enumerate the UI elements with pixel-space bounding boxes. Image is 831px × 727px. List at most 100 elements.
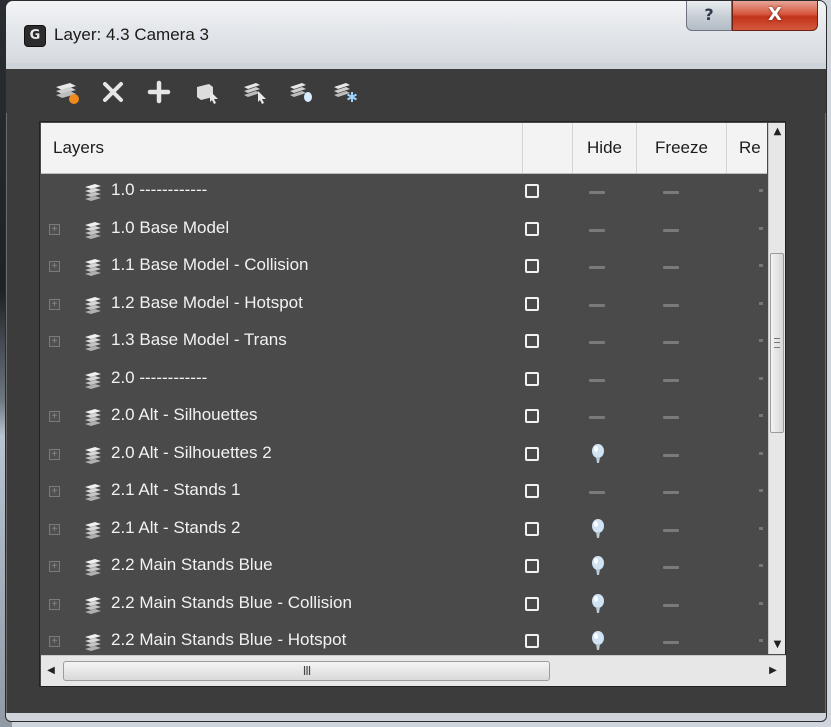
layer-name[interactable]: 2.1 Alt - Stands 2: [111, 518, 240, 538]
current-layer-checkbox[interactable]: [525, 559, 539, 573]
hide-toggle-icon[interactable]: [591, 555, 605, 579]
freeze-toggle[interactable]: [663, 453, 679, 457]
current-layer-checkbox[interactable]: [525, 521, 539, 536]
hide-toggle[interactable]: [589, 341, 605, 344]
layer-name[interactable]: 1.3 Base Model - Trans: [111, 330, 287, 350]
expand-toggle-icon[interactable]: +: [49, 523, 60, 535]
current-layer-checkbox[interactable]: [525, 259, 539, 273]
title-bar[interactable]: G Layer: 4.3 Camera 3 ? X: [6, 1, 826, 64]
current-layer-checkbox[interactable]: [525, 446, 539, 461]
hide-all-layers-icon[interactable]: [284, 77, 318, 107]
scroll-left-button[interactable]: ◀: [41, 656, 61, 686]
expand-toggle-icon[interactable]: +: [49, 336, 60, 347]
render-toggle[interactable]: [759, 339, 763, 342]
scroll-right-button[interactable]: ▶: [763, 656, 783, 686]
render-toggle[interactable]: [759, 639, 763, 642]
table-row[interactable]: 2.0 ------------: [41, 362, 767, 400]
table-row[interactable]: +2.0 Alt - Silhouettes: [41, 399, 767, 437]
layer-name[interactable]: 2.0 Alt - Silhouettes 2: [111, 443, 272, 463]
hide-toggle-icon[interactable]: [591, 630, 605, 654]
table-row[interactable]: +2.2 Main Stands Blue - Hotspot: [41, 624, 767, 654]
freeze-toggle[interactable]: [663, 491, 679, 494]
table-row[interactable]: +2.2 Main Stands Blue - Collision: [41, 587, 767, 625]
current-layer-checkbox[interactable]: [525, 409, 539, 423]
table-row[interactable]: 1.0 ------------: [41, 174, 767, 212]
current-layer-checkbox[interactable]: [525, 296, 539, 311]
render-toggle[interactable]: [759, 301, 763, 305]
table-row[interactable]: +1.3 Base Model - Trans: [41, 324, 767, 362]
render-toggle[interactable]: [759, 414, 763, 417]
render-toggle[interactable]: [759, 601, 763, 605]
render-toggle[interactable]: [759, 189, 763, 192]
freeze-toggle[interactable]: [663, 641, 679, 644]
column-header-hide[interactable]: Hide: [573, 123, 637, 173]
current-layer-checkbox[interactable]: [525, 634, 539, 648]
current-layer-checkbox[interactable]: [525, 596, 539, 611]
expand-toggle-icon[interactable]: +: [49, 636, 60, 647]
select-objects-icon[interactable]: [190, 77, 224, 107]
render-toggle[interactable]: [759, 564, 763, 567]
hide-toggle[interactable]: [589, 491, 605, 494]
layer-name[interactable]: 2.1 Alt - Stands 1: [111, 480, 240, 500]
hide-toggle[interactable]: [589, 266, 605, 269]
table-row[interactable]: +2.1 Alt - Stands 2: [41, 512, 767, 550]
expand-toggle-icon[interactable]: +: [49, 298, 60, 310]
layer-name[interactable]: 2.0 Alt - Silhouettes: [111, 405, 257, 425]
expand-toggle-icon[interactable]: +: [49, 448, 60, 460]
freeze-toggle[interactable]: [663, 378, 679, 382]
hide-toggle[interactable]: [589, 191, 605, 194]
help-button[interactable]: ?: [686, 1, 732, 31]
hide-toggle[interactable]: [589, 416, 605, 419]
render-toggle[interactable]: [759, 376, 763, 380]
column-header-current[interactable]: [523, 123, 573, 173]
delete-layer-icon[interactable]: [96, 77, 130, 107]
layer-name[interactable]: 1.2 Base Model - Hotspot: [111, 293, 303, 313]
vertical-scrollbar[interactable]: ▲ ▼: [768, 123, 785, 654]
hide-toggle-icon[interactable]: [591, 518, 605, 542]
hide-toggle[interactable]: [589, 303, 605, 307]
hide-toggle-icon[interactable]: [591, 443, 605, 467]
current-layer-checkbox[interactable]: [525, 184, 539, 198]
expand-toggle-icon[interactable]: +: [49, 223, 60, 235]
freeze-toggle[interactable]: [663, 341, 679, 344]
layer-name[interactable]: 2.2 Main Stands Blue - Hotspot: [111, 630, 346, 650]
expand-toggle-icon[interactable]: +: [49, 411, 60, 422]
expand-toggle-icon[interactable]: +: [49, 598, 60, 610]
current-layer-checkbox[interactable]: [525, 221, 539, 236]
layer-name[interactable]: 2.2 Main Stands Blue - Collision: [111, 593, 352, 613]
add-selected-icon[interactable]: [142, 77, 176, 107]
render-toggle[interactable]: [759, 226, 763, 230]
freeze-toggle[interactable]: [663, 416, 679, 419]
hide-toggle-icon[interactable]: [591, 593, 605, 617]
current-layer-checkbox[interactable]: [525, 371, 539, 386]
hide-toggle[interactable]: [589, 378, 605, 382]
table-row[interactable]: +2.2 Main Stands Blue: [41, 549, 767, 587]
new-layer-icon[interactable]: [50, 77, 84, 107]
freeze-toggle[interactable]: [663, 228, 679, 232]
hide-toggle[interactable]: [589, 228, 605, 232]
horizontal-scrollbar[interactable]: ◀ III ▶: [41, 655, 786, 686]
column-header-freeze[interactable]: Freeze: [637, 123, 727, 173]
column-header-render[interactable]: Re: [727, 123, 767, 173]
layer-name[interactable]: 1.1 Base Model - Collision: [111, 255, 308, 275]
table-row[interactable]: +2.1 Alt - Stands 1: [41, 474, 767, 512]
freeze-toggle[interactable]: [663, 566, 679, 569]
column-header-layers[interactable]: Layers: [41, 123, 523, 173]
vertical-scroll-thumb[interactable]: [770, 253, 784, 433]
close-button[interactable]: X: [732, 1, 818, 31]
freeze-toggle[interactable]: [663, 528, 679, 532]
layer-name[interactable]: 1.0 Base Model: [111, 218, 229, 238]
scroll-up-button[interactable]: ▲: [769, 123, 786, 141]
expand-toggle-icon[interactable]: +: [49, 261, 60, 272]
table-row[interactable]: +1.0 Base Model: [41, 212, 767, 250]
current-layer-checkbox[interactable]: [525, 484, 539, 498]
render-toggle[interactable]: [759, 264, 763, 267]
layer-name[interactable]: 2.0 ------------: [111, 368, 207, 388]
freeze-all-layers-icon[interactable]: [328, 77, 362, 107]
layer-name[interactable]: 2.2 Main Stands Blue: [111, 555, 273, 575]
table-row[interactable]: +1.2 Base Model - Hotspot: [41, 287, 767, 325]
freeze-toggle[interactable]: [663, 603, 679, 607]
freeze-toggle[interactable]: [663, 191, 679, 194]
freeze-toggle[interactable]: [663, 266, 679, 269]
horizontal-scroll-thumb[interactable]: III: [63, 661, 550, 681]
